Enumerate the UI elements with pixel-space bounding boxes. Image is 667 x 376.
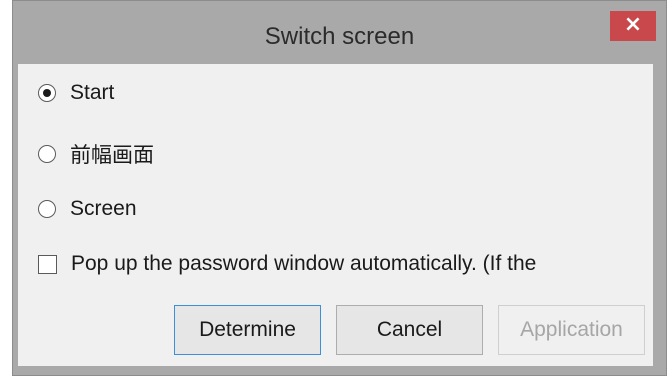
close-icon: × [623,12,643,37]
cancel-button[interactable]: Cancel [336,305,483,355]
radio-option-screen[interactable]: Screen [38,197,137,221]
password-popup-checkbox[interactable] [38,254,57,274]
radio-option-label: Screen [70,197,137,220]
determine-button[interactable]: Determine [174,305,321,355]
dialog-body: Start 前幅画面 Screen Pop up the password wi… [18,64,653,366]
radio-option-label: Start [70,81,115,104]
password-popup-option[interactable]: Pop up the password window automatically… [38,252,536,276]
radio-option-previous-screen[interactable]: 前幅画面 [38,139,154,169]
dialog-title: Switch screen [264,23,415,50]
password-popup-label: Pop up the password window automatically… [71,252,537,275]
radio-option-start[interactable]: Start [38,81,114,105]
radio-button-selected[interactable] [38,84,56,102]
application-button: Application [498,305,645,355]
title-bar[interactable]: Switch screen × [13,1,666,63]
close-button[interactable]: × [610,11,656,41]
radio-option-label: 前幅画面 [70,144,154,167]
radio-button[interactable] [38,200,56,218]
radio-button[interactable] [38,145,56,163]
switch-screen-dialog: Switch screen × Start 前幅画面 Screen Pop up… [12,0,667,376]
